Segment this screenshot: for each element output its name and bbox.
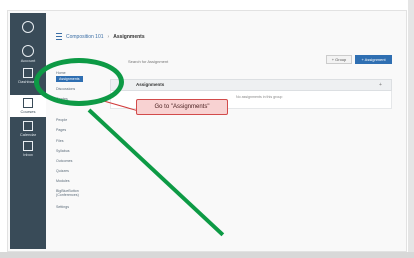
course-nav-settings[interactable]: Settings [56,205,69,209]
course-nav-quizzes[interactable]: Quizzes [56,169,69,173]
account-icon [22,45,34,57]
breadcrumb-course[interactable]: Composition 101 [66,34,104,40]
search-input[interactable] [126,56,180,66]
course-nav-conferences[interactable]: BigBlueButton (Conferences) [56,189,92,197]
group-add-icon[interactable]: + [379,82,382,88]
course-nav-pages[interactable]: Pages [56,128,66,132]
global-nav-inbox[interactable]: Inbox [10,141,46,157]
assignment-group-title: Assignments [136,82,165,87]
breadcrumb-current: Assignments [113,33,145,40]
breadcrumb: Composition 101 › Assignments [56,33,145,40]
global-nav-account-label: Account [20,58,36,63]
global-nav-courses[interactable]: Courses [10,95,46,117]
course-nav-files[interactable]: Files [56,139,64,143]
add-assignment-button[interactable]: + Assignment [355,55,392,64]
global-nav-calendar[interactable]: Calendar [10,121,46,137]
logo-icon [22,21,34,33]
frame-shadow-bottom [0,252,414,258]
frame-shadow-right [408,0,414,258]
empty-group-text: No assignments in this group [236,95,283,99]
screenshot-frame: Account Dashboard Courses Calendar Inbox… [0,0,414,258]
global-nav-inbox-label: Inbox [23,152,33,157]
course-nav-syllabus[interactable]: Syllabus [56,149,70,153]
global-nav-account[interactable]: Account [10,45,46,63]
assignment-group-header[interactable]: Assignments + [110,79,392,91]
course-nav-modules[interactable]: Modules [56,179,70,183]
global-nav-calendar-label: Calendar [19,132,37,137]
course-nav-outcomes[interactable]: Outcomes [56,159,72,163]
app-window: Account Dashboard Courses Calendar Inbox… [7,10,407,252]
course-nav-people[interactable]: People [56,118,67,122]
highlight-circle [34,58,124,106]
annotation-tooltip: Go to "Assignments" [136,99,228,115]
dashboard-icon [23,68,33,78]
global-navigation: Account Dashboard Courses Calendar Inbox [10,13,46,249]
global-nav-logo[interactable] [10,21,46,33]
global-nav-courses-label: Courses [20,109,36,114]
inbox-icon [23,141,33,151]
calendar-icon [23,121,33,131]
breadcrumb-separator: › [107,33,110,40]
add-group-button[interactable]: + Group [326,55,352,64]
courses-icon [23,98,33,108]
hamburger-menu-icon[interactable] [56,33,62,40]
